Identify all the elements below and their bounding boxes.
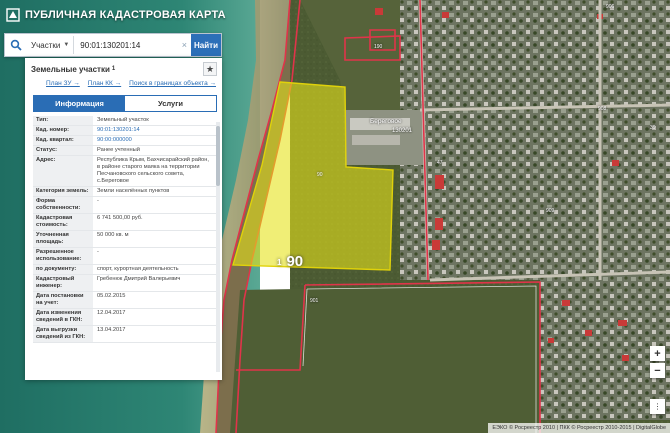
attribute-row: Категория земель: Земли населённых пункто… <box>33 187 217 197</box>
road-label-4: 909 <box>546 208 555 214</box>
attribute-key: Категория земель: <box>33 187 93 196</box>
attribute-key: Форма собственности: <box>33 197 93 213</box>
attribute-key: Уточненная площадь: <box>33 231 93 247</box>
panel-header: Земельные участки 1 <box>25 58 222 80</box>
attribute-row: Кадастровый инженер: Гребенюк Дмитрий Вал… <box>33 275 217 292</box>
attribute-value: 6 741 500,00 руб. <box>97 215 143 221</box>
parcel-prefix-label: 1 <box>277 257 282 267</box>
map-attribution: ЕЭКО © Росреестр 2010 | ПКК © Росреестр … <box>488 423 670 433</box>
panel-scrollbar[interactable] <box>216 122 220 372</box>
attribute-key: Кадастровый инженер: <box>33 275 93 291</box>
attribute-row: Кадастровая стоимость: 6 741 500,00 руб. <box>33 214 217 231</box>
attribute-row: Форма собственности: - <box>33 197 217 214</box>
attribute-row: Кад. номер: 90:01:130201:14 <box>33 126 217 136</box>
search-type-label: Участки <box>31 40 61 50</box>
app-title-bar: ПУБЛИЧНАЯ КАДАСТРОВАЯ КАРТА <box>0 0 670 30</box>
search-bar: Участки ▼ × Найти <box>4 33 222 57</box>
attribute-row: Дата изменения сведений в ГКН: 12.04.2017 <box>33 309 217 326</box>
search-icon[interactable] <box>5 34 27 56</box>
attribute-value: спорт, курортная деятельность <box>97 266 179 272</box>
app-title: ПУБЛИЧНАЯ КАДАСТРОВАЯ КАРТА <box>25 9 226 21</box>
attribute-row: Адрес: Республика Крым, Бахчисарайский ра… <box>33 156 217 187</box>
attribute-key: Кадастровая стоимость: <box>33 214 93 230</box>
tab-services[interactable]: Услуги <box>125 96 216 111</box>
attribute-value: 05.02.2015 <box>97 293 126 299</box>
road-label-1: 190 <box>374 44 383 50</box>
attribute-row: Кад. квартал: 90:00:000000 <box>33 136 217 146</box>
attribute-value: Республика Крым, Бахчисарайский район, в… <box>97 157 209 184</box>
app-root: 1 90 90 Береговое 130201 190 906 908 909 … <box>0 0 670 433</box>
place-code-label: 130201 <box>392 128 413 134</box>
attribute-row: Уточненная площадь: 50 000 кв. м <box>33 231 217 248</box>
find-button[interactable]: Найти <box>191 34 221 56</box>
attribute-key: Кад. номер: <box>33 126 93 135</box>
attribute-key: Статус: <box>33 146 93 155</box>
attribute-table: Тип: Земельный участок Кад. номер: 90:01:13… <box>33 116 217 343</box>
attribute-value: Ранее учтенный <box>97 147 140 153</box>
search-input[interactable] <box>74 36 178 54</box>
attribute-value: 50 000 кв. м <box>97 232 129 238</box>
attribute-key: Дата выгрузки сведений из ГКН: <box>33 326 93 342</box>
panel-tabs: Информация Услуги <box>33 95 217 112</box>
star-icon[interactable]: ★ <box>203 62 217 76</box>
attribute-value: 13.04.2017 <box>97 327 126 333</box>
panel-count: 1 <box>111 66 116 72</box>
zoom-in-button[interactable]: + <box>650 346 665 361</box>
panel-links: План ЗУ → План КК → Поиск в границах объ… <box>25 80 222 92</box>
road-label-7: 39 <box>650 125 656 131</box>
attribute-key: Разрешенное использование: <box>33 248 93 264</box>
info-panel: Земельные участки 1 ★ План ЗУ → План КК … <box>25 58 222 380</box>
chevron-down-icon: ▼ <box>63 42 70 48</box>
plan-zu-link[interactable]: План ЗУ → <box>46 80 80 92</box>
attribute-value: Земли населённых пунктов <box>97 188 170 194</box>
attribute-key: Кад. квартал: <box>33 136 93 145</box>
road-label-5: 901 <box>310 298 319 304</box>
road-label-3: 908 <box>598 106 607 112</box>
attribute-value: 12.04.2017 <box>97 310 126 316</box>
attribute-key: Адрес: <box>33 156 93 186</box>
attribute-value: - <box>97 198 99 204</box>
attribute-key: Дата постановки на учет: <box>33 292 93 308</box>
road-label-6: 47 <box>437 160 443 166</box>
attribute-row: Дата постановки на учет: 05.02.2015 <box>33 292 217 309</box>
scrollbar-thumb[interactable] <box>216 126 220 186</box>
attribute-value: Гребенюк Дмитрий Валерьевич <box>97 276 181 282</box>
search-type-select[interactable]: Участки ▼ <box>27 36 75 54</box>
attribute-row: Тип: Земельный участок <box>33 116 217 126</box>
tab-information[interactable]: Информация <box>34 96 125 111</box>
place-name-label: Береговое <box>370 118 402 125</box>
attribute-value[interactable]: 90:00:000000 <box>93 136 217 145</box>
zoom-controls: + − <box>650 346 665 378</box>
more-options-button[interactable]: ⋮ <box>650 399 665 414</box>
rosreestr-logo-icon <box>6 8 20 22</box>
search-in-bounds-link[interactable]: Поиск в границах объекта → <box>129 80 216 92</box>
attribute-key: Тип: <box>33 116 93 125</box>
attribute-value: - <box>97 249 99 255</box>
attribute-row: Разрешенное использование: - <box>33 248 217 265</box>
panel-title: Земельные участки <box>31 64 110 74</box>
attribute-row: Статус: Ранее учтенный <box>33 146 217 156</box>
attribute-row: по документу: спорт, курортная деятельнос… <box>33 265 217 275</box>
parcel-number-label: 90 <box>286 253 304 270</box>
zoom-out-button[interactable]: − <box>650 363 665 378</box>
plan-kk-link[interactable]: План КК → <box>88 80 121 92</box>
attribute-value: Земельный участок <box>97 117 149 123</box>
attribute-key: Дата изменения сведений в ГКН: <box>33 309 93 325</box>
clear-icon[interactable]: × <box>178 40 191 50</box>
attribute-row: Дата выгрузки сведений из ГКН: 13.04.2017 <box>33 326 217 343</box>
attribute-value[interactable]: 90:01:130201:14 <box>93 126 217 135</box>
parcel-inner-label: 90 <box>317 172 323 178</box>
attribute-key: по документу: <box>33 265 93 274</box>
